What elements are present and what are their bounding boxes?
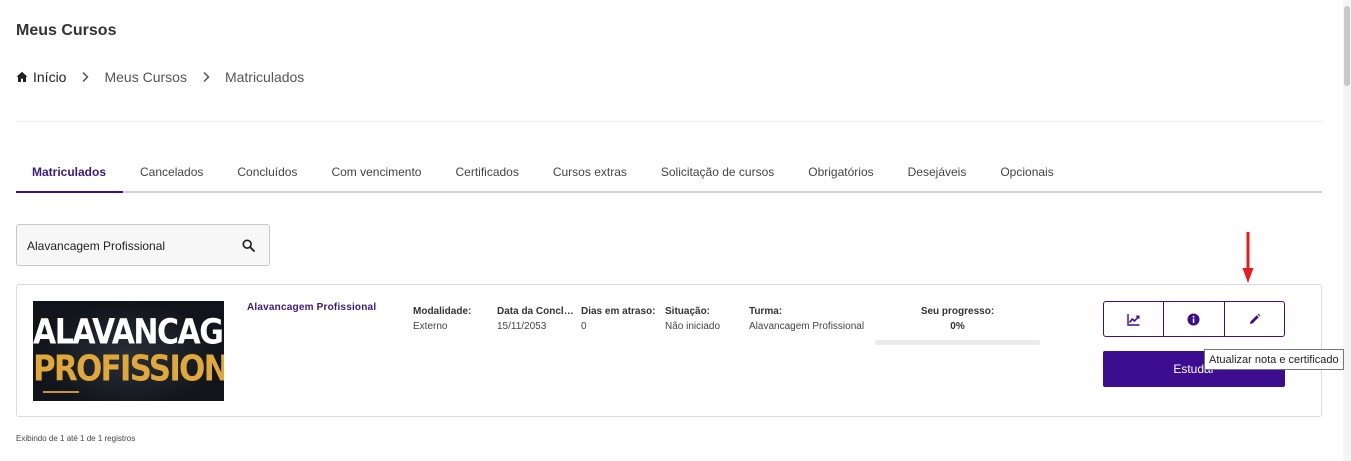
search-input[interactable] bbox=[27, 236, 227, 256]
breadcrumb-meus-cursos-link[interactable]: Meus Cursos bbox=[104, 69, 186, 85]
chart-line-icon bbox=[1127, 313, 1140, 326]
field-turma: Turma: Alavancagem Profissional bbox=[749, 304, 871, 334]
field-value: Alavancagem Profissional bbox=[749, 321, 865, 332]
field-dias-em-atraso: Dias em atraso: 0 bbox=[581, 304, 661, 334]
page-scrollbar[interactable] bbox=[1343, 0, 1351, 461]
field-value: 15/11/2053 bbox=[497, 321, 547, 332]
field-situacao: Situação: Não iniciado bbox=[665, 304, 745, 334]
thumbnail-title-line1: ALAVANCAGEM bbox=[33, 312, 224, 353]
red-arrow-annotation bbox=[1242, 232, 1254, 283]
field-value: Não iniciado bbox=[665, 321, 721, 332]
course-card: ALAVANCAGEM PROFISSIONAL Alavancagem Pro… bbox=[16, 284, 1322, 417]
breadcrumb-home-label: Início bbox=[33, 69, 67, 85]
home-icon bbox=[16, 71, 28, 82]
tab-concluidos[interactable]: Concluídos bbox=[220, 152, 314, 191]
records-info: Exibindo de 1 até 1 de 1 registros bbox=[16, 434, 136, 443]
tab-com-vencimento[interactable]: Com vencimento bbox=[314, 152, 438, 191]
progress-info: Seu progresso: 0% bbox=[875, 304, 1040, 334]
tab-cancelados[interactable]: Cancelados bbox=[123, 152, 220, 191]
tab-solicitacao-de-cursos[interactable]: Solicitação de cursos bbox=[644, 152, 791, 191]
tooltip: Atualizar nota e certificado bbox=[1204, 349, 1344, 370]
breadcrumb: Início Meus Cursos Matriculados bbox=[16, 69, 304, 85]
field-label: Dias em atraso: bbox=[581, 306, 656, 317]
tab-cursos-extras[interactable]: Cursos extras bbox=[536, 152, 644, 191]
header-divider bbox=[16, 121, 1322, 122]
chevron-right-icon bbox=[203, 71, 210, 83]
course-action-buttons bbox=[1103, 301, 1285, 337]
tab-obrigatorios[interactable]: Obrigatórios bbox=[791, 152, 890, 191]
search-box bbox=[16, 224, 270, 266]
page-title: Meus Cursos bbox=[16, 22, 117, 39]
field-data-conclusao: Data da Conclusão: 15/11/2053 bbox=[497, 304, 577, 334]
performance-chart-button[interactable] bbox=[1104, 302, 1165, 336]
field-modalidade: Modalidade: Externo bbox=[413, 304, 493, 334]
course-name-link[interactable]: Alavancagem Profissional bbox=[247, 302, 376, 313]
tab-desejaveis[interactable]: Desejáveis bbox=[891, 152, 984, 191]
update-grade-certificate-button[interactable] bbox=[1225, 302, 1284, 336]
scrollbar-thumb[interactable] bbox=[1344, 6, 1350, 86]
field-label: Modalidade: bbox=[413, 306, 472, 317]
progress-bar bbox=[875, 340, 1040, 345]
info-icon bbox=[1187, 313, 1200, 325]
field-value: Externo bbox=[413, 321, 448, 332]
field-label: Turma: bbox=[749, 306, 783, 317]
course-thumbnail[interactable]: ALAVANCAGEM PROFISSIONAL bbox=[33, 301, 224, 401]
pencil-icon bbox=[1249, 313, 1261, 324]
thumbnail-accent-bar bbox=[43, 391, 79, 393]
thumbnail-title-line2: PROFISSIONAL bbox=[33, 348, 224, 390]
chevron-right-icon bbox=[82, 71, 90, 83]
progress-label: Seu progresso: bbox=[920, 306, 995, 317]
tab-certificados[interactable]: Certificados bbox=[438, 152, 535, 191]
page: Meus Cursos Início Meus Cursos Matricula… bbox=[0, 0, 1351, 461]
field-label: Data da Conclusão: bbox=[497, 306, 577, 317]
course-info-button[interactable] bbox=[1164, 302, 1225, 336]
breadcrumb-current: Matriculados bbox=[224, 69, 305, 85]
tab-opcionais[interactable]: Opcionais bbox=[983, 152, 1070, 191]
course-tabs: Matriculados Cancelados Concluídos Com v… bbox=[16, 152, 1322, 193]
progress-value: 0% bbox=[950, 321, 965, 332]
search-icon[interactable] bbox=[242, 239, 255, 252]
breadcrumb-home-link[interactable]: Início bbox=[16, 69, 66, 85]
field-label: Situação: bbox=[665, 306, 711, 317]
field-value: 0 bbox=[581, 321, 587, 332]
tab-matriculados[interactable]: Matriculados bbox=[16, 152, 124, 193]
